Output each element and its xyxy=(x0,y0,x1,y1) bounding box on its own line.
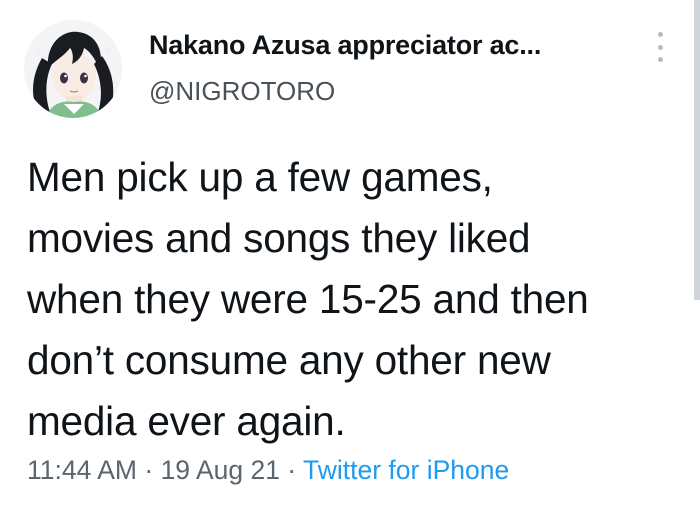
more-dot xyxy=(657,44,663,50)
more-dot xyxy=(657,57,663,62)
tweet-card: Nakano Azusa appreciator ac... @NIGROTOR… xyxy=(0,0,700,509)
meta-separator: · xyxy=(137,455,161,485)
tweet-text-line: movies and songs they liked xyxy=(27,215,531,261)
tweet-text-line: Men pick up a few games, xyxy=(27,154,493,200)
tweet-date[interactable]: 19 Aug 21 xyxy=(161,455,280,485)
tweet-meta: 11:44 AM · 19 Aug 21 · Twitter for iPhon… xyxy=(27,452,509,488)
tweet-text: Men pick up a few games, movies and song… xyxy=(27,147,682,452)
tweet-text-line: when they were 15-25 and then xyxy=(27,276,589,322)
tweet-text-line: don’t consume any other new xyxy=(27,337,551,383)
edge-scrollbar xyxy=(694,0,700,300)
user-handle[interactable]: @NIGROTORO xyxy=(149,76,335,106)
avatar[interactable] xyxy=(24,20,122,118)
more-dot xyxy=(657,32,663,37)
tweet-text-line: media ever again. xyxy=(27,398,346,444)
meta-separator: · xyxy=(279,455,304,485)
tweet-time[interactable]: 11:44 AM xyxy=(27,455,137,485)
tweet-source-link[interactable]: Twitter for iPhone xyxy=(303,455,509,485)
more-vertical-icon[interactable] xyxy=(650,30,670,64)
avatar-image xyxy=(24,20,122,118)
display-name[interactable]: Nakano Azusa appreciator ac... xyxy=(149,29,541,61)
